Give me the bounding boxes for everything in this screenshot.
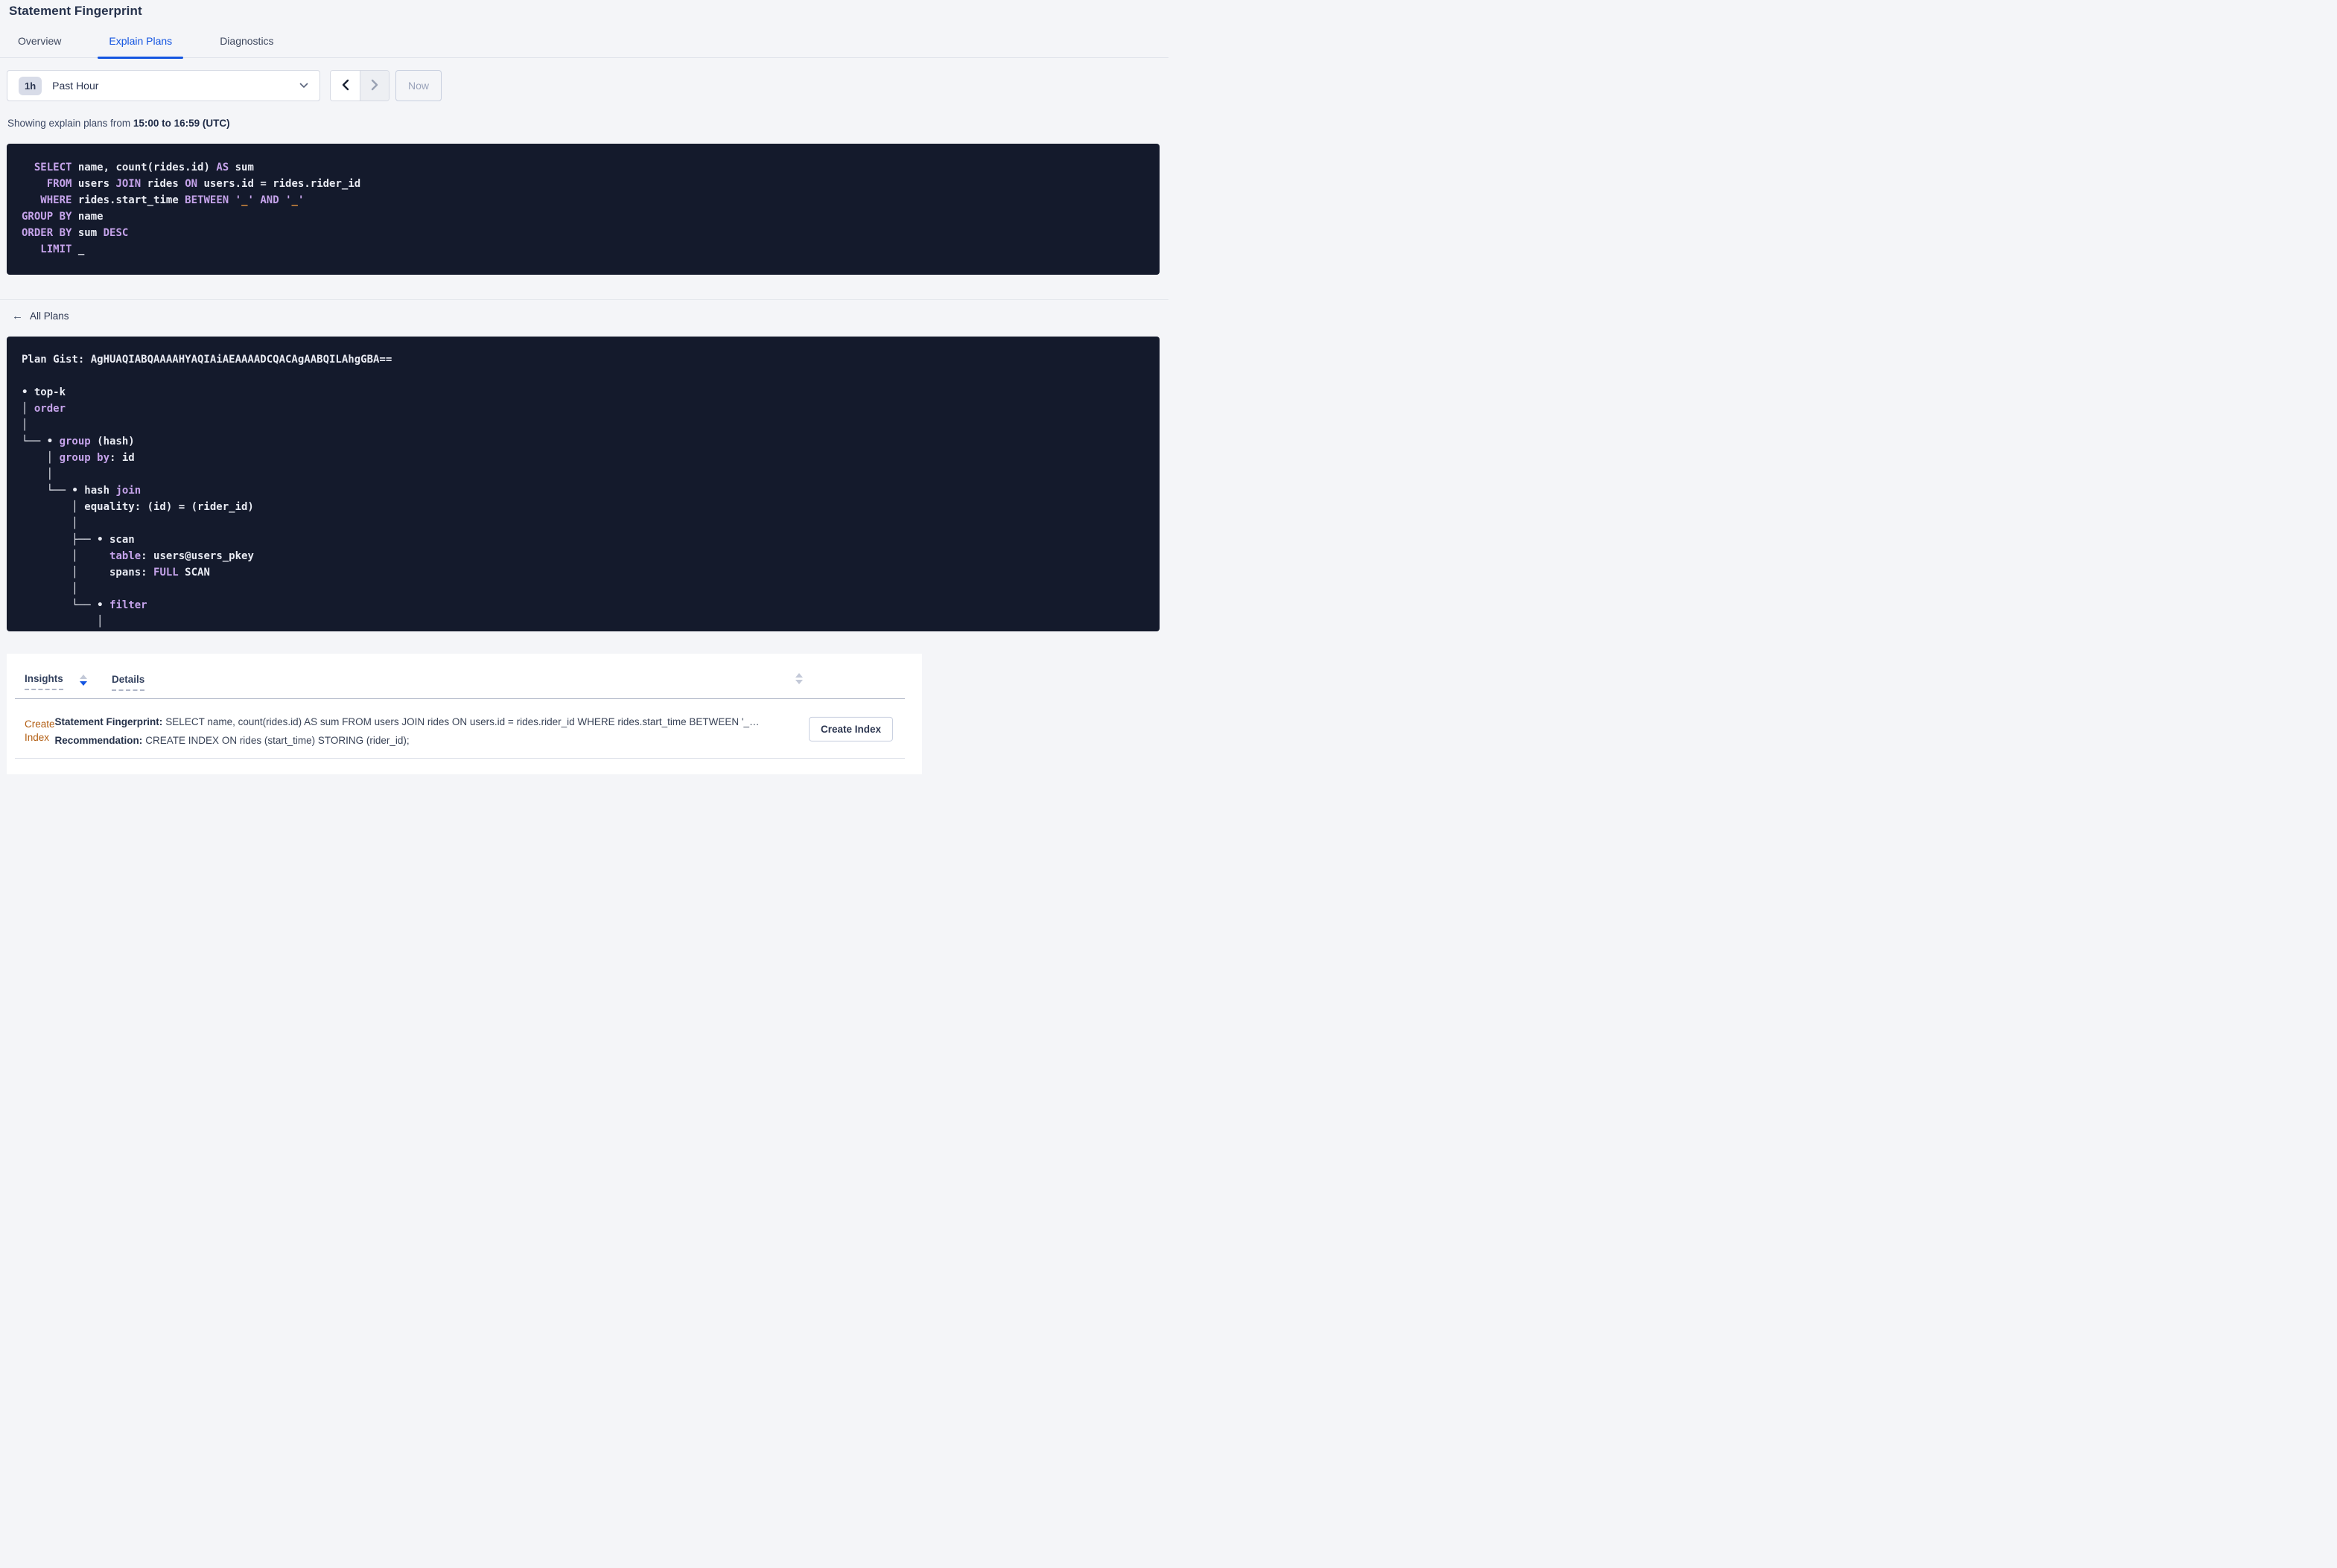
all-plans-back-link[interactable]: ← All Plans bbox=[12, 310, 69, 322]
time-nav-group bbox=[330, 70, 390, 101]
sort-icon-actions[interactable] bbox=[795, 672, 803, 684]
sort-asc-arrow bbox=[795, 672, 803, 678]
create-index-button[interactable]: Create Index bbox=[808, 716, 893, 742]
arrow-left-icon: ← bbox=[12, 309, 23, 322]
sort-desc-arrow bbox=[79, 681, 87, 686]
time-range-label: Past Hour bbox=[52, 80, 99, 92]
detail-text: CREATE INDEX ON rides (start_time) STORI… bbox=[145, 734, 410, 746]
chevron-left-icon bbox=[341, 79, 350, 93]
details-cell: Statement Fingerprint: SELECT name, count… bbox=[55, 713, 923, 750]
page-title: Statement Fingerprint bbox=[9, 4, 142, 18]
column-header-details[interactable]: Details bbox=[112, 673, 145, 691]
sql-fingerprint-block: SELECT name, count(rides.id) AS sum FROM… bbox=[7, 144, 1160, 275]
details-header-cell: Details bbox=[112, 673, 145, 691]
sql-code: SELECT name, count(rides.id) AS sum FROM… bbox=[22, 162, 361, 255]
statement-fingerprint-page: Statement Fingerprint Overview Explain P… bbox=[0, 0, 1168, 784]
tab-bar: Overview Explain Plans Diagnostics bbox=[0, 35, 1168, 59]
status-line: Showing explain plans from 15:00 to 16:5… bbox=[7, 118, 1168, 129]
time-controls: 1h Past Hour Now bbox=[7, 70, 1160, 101]
back-link-label: All Plans bbox=[30, 310, 69, 322]
prev-time-button[interactable] bbox=[331, 71, 360, 101]
section-divider bbox=[0, 299, 1168, 300]
status-time-range: 15:00 to 16:59 (UTC) bbox=[133, 118, 230, 129]
now-button[interactable]: Now bbox=[395, 70, 442, 101]
status-prefix: Showing explain plans from bbox=[7, 118, 133, 129]
sort-desc-arrow bbox=[795, 679, 803, 684]
detail-label: Statement Fingerprint: bbox=[54, 716, 163, 727]
insights-table-header: Insights Details bbox=[7, 672, 922, 691]
detail-text: SELECT name, count(rides.id) AS sum FROM… bbox=[165, 716, 760, 727]
chevron-right-icon bbox=[370, 79, 379, 93]
time-range-select[interactable]: 1h Past Hour bbox=[7, 70, 320, 101]
recommendation-detail: Recommendation: CREATE INDEX ON rides (st… bbox=[55, 731, 760, 750]
statement-fingerprint-detail: Statement Fingerprint: SELECT name, count… bbox=[55, 713, 760, 731]
plan-gist-block: Plan Gist: AgHUAQIABQAAAAHYAQIAiAEAAAADC… bbox=[7, 336, 1160, 631]
chevron-down-icon bbox=[299, 79, 308, 92]
insight-cell: Create Index bbox=[25, 718, 55, 745]
insights-header-cell: Insights bbox=[25, 673, 112, 690]
tab-overview[interactable]: Overview bbox=[18, 35, 61, 57]
next-time-button[interactable] bbox=[360, 71, 389, 101]
column-header-insights[interactable]: Insights bbox=[25, 673, 63, 690]
detail-label: Recommendation: bbox=[54, 734, 143, 746]
tab-explain-plans[interactable]: Explain Plans bbox=[98, 35, 183, 59]
insights-table: Insights Details Create Index Statement … bbox=[7, 653, 922, 774]
time-range-badge: 1h bbox=[19, 76, 42, 95]
table-row-divider bbox=[15, 757, 905, 759]
tab-diagnostics[interactable]: Diagnostics bbox=[220, 35, 273, 57]
sort-icon-insights[interactable] bbox=[79, 674, 87, 686]
table-row: Create Index Statement Fingerprint: SELEC… bbox=[7, 699, 922, 758]
sort-asc-arrow bbox=[79, 674, 87, 679]
plan-tree-code: Plan Gist: AgHUAQIABQAAAAHYAQIAiAEAAAADC… bbox=[22, 353, 392, 628]
insight-type-link[interactable]: Create Index bbox=[25, 718, 55, 743]
